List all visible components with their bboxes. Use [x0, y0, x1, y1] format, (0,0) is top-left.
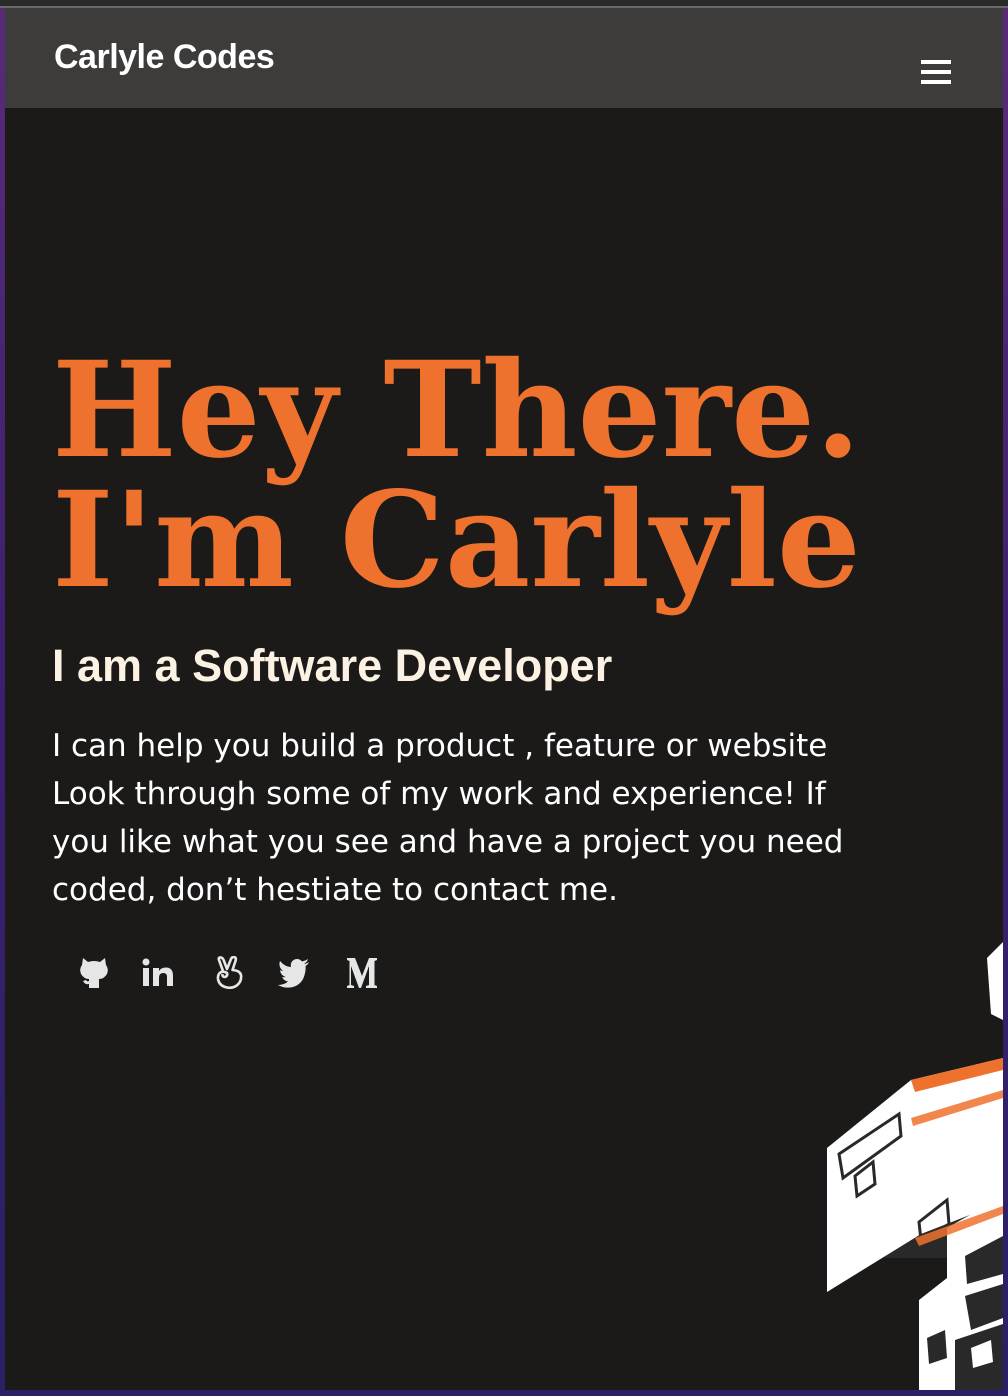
- medium-icon: [346, 956, 378, 990]
- twitter-link[interactable]: [269, 948, 319, 998]
- linkedin-link[interactable]: [133, 948, 183, 998]
- pixel-logo-decoration: [815, 938, 1003, 1390]
- page: Carlyle Codes Hey There. I'm Carlyle I a…: [5, 8, 1003, 1390]
- navbar: Carlyle Codes: [5, 8, 1003, 108]
- hamburger-menu-icon[interactable]: [921, 58, 961, 92]
- twitter-icon: [278, 958, 310, 988]
- github-icon: [79, 956, 109, 990]
- hero-title: Hey There. I'm Carlyle: [52, 333, 862, 618]
- angellist-icon: [215, 956, 245, 990]
- hero-title-line-1: Hey There.: [52, 333, 862, 488]
- hero-intro: I can help you build a product , feature…: [52, 728, 844, 908]
- hero-subtitle: I am a Software Developer: [52, 640, 613, 691]
- angellist-link[interactable]: [205, 948, 255, 998]
- hero-title-line-2: I'm Carlyle: [52, 463, 861, 618]
- window-top-edge: [0, 0, 1008, 8]
- medium-link[interactable]: [337, 948, 387, 998]
- github-link[interactable]: [69, 948, 119, 998]
- linkedin-icon: [142, 958, 174, 988]
- brand-link[interactable]: Carlyle Codes: [54, 38, 275, 77]
